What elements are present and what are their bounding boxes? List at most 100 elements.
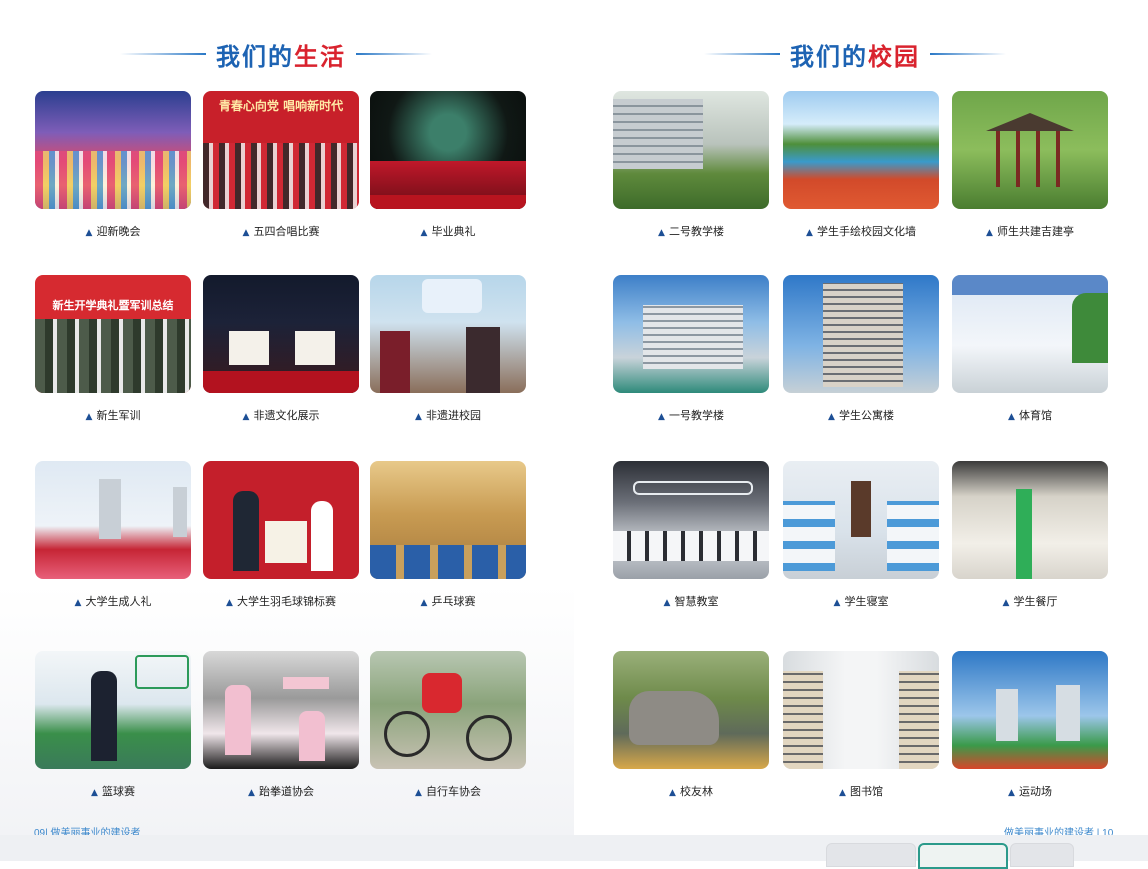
- photo-card[interactable]: ▲ 自行车协会: [370, 651, 526, 798]
- triangle-marker-icon: ▲: [85, 228, 93, 238]
- triangle-marker-icon: ▲: [1002, 598, 1010, 608]
- photo-card[interactable]: ▲ 大学生成人礼: [35, 461, 191, 608]
- viewer-page-button-active[interactable]: [918, 843, 1008, 869]
- triangle-marker-icon: ▲: [663, 598, 671, 608]
- photo-caption: 学生寝室: [844, 595, 889, 608]
- photo-banner-text: 新生开学典礼暨军训总结: [52, 299, 174, 312]
- photo-card[interactable]: ▲ 一号教学楼: [613, 275, 769, 422]
- viewer-page-button[interactable]: [826, 843, 916, 867]
- title-highlight: 校园: [868, 41, 920, 71]
- triangle-marker-icon: ▲: [1008, 412, 1015, 422]
- photo-card[interactable]: ▲ 运动场: [952, 651, 1108, 798]
- triangle-marker-icon: ▲: [1008, 788, 1015, 798]
- triangle-marker-icon: ▲: [74, 598, 82, 608]
- photo-caption: 五四合唱比赛: [253, 225, 320, 238]
- right-section-title: 我们的校园: [704, 34, 1006, 74]
- photo-building-1: [613, 275, 769, 393]
- photo-table-tennis: [370, 461, 526, 579]
- triangle-marker-icon: ▲: [91, 788, 98, 798]
- photo-card[interactable]: ▲ 毕业典礼: [370, 91, 526, 238]
- photo-card[interactable]: ▲ 学生手绘校园文化墙: [783, 91, 939, 238]
- triangle-marker-icon: ▲: [242, 412, 250, 422]
- photo-card[interactable]: ▲ 篮球赛: [35, 651, 191, 798]
- photo-card[interactable]: ▲ 学生公寓楼: [783, 275, 939, 422]
- photo-caption: 运动场: [1018, 785, 1052, 798]
- photo-card[interactable]: ▲ 智慧教室: [613, 461, 769, 608]
- photo-caption: 一号教学楼: [668, 409, 724, 422]
- photo-caption: 校友林: [679, 785, 713, 798]
- photo-card[interactable]: ▲ 二号教学楼: [613, 91, 769, 238]
- triangle-marker-icon: ▲: [806, 228, 813, 238]
- photo-card[interactable]: ▲ 学生寝室: [783, 461, 939, 608]
- photo-caption: 篮球赛: [101, 785, 135, 798]
- triangle-marker-icon: ▲: [658, 228, 665, 238]
- triangle-marker-icon: ▲: [420, 598, 428, 608]
- photo-caption: 体育馆: [1018, 409, 1052, 422]
- right-page: 我们的校园 ▲ 二号教学楼 ▲ 学生手绘校园文化墙 ▲ 师生共建吉建亭 ▲ 一号教学楼 …: [574, 0, 1148, 839]
- photo-caption: 毕业典礼: [431, 225, 476, 238]
- photo-card[interactable]: ▲ 师生共建吉建亭: [952, 91, 1108, 238]
- triangle-marker-icon: ▲: [242, 228, 250, 238]
- triangle-marker-icon: ▲: [415, 788, 422, 798]
- photo-military-training: 新生开学典礼暨军训总结: [35, 275, 191, 393]
- title-rule-left: [704, 53, 780, 55]
- photo-cycling: [370, 651, 526, 769]
- photo-badminton: [203, 461, 359, 579]
- photo-card[interactable]: ▲ 学生餐厅: [952, 461, 1108, 608]
- photo-card[interactable]: ▲ 非遗文化展示: [203, 275, 359, 422]
- photo-caption: 图书馆: [849, 785, 883, 798]
- photo-alumni-grove: [613, 651, 769, 769]
- photo-caption: 迎新晚会: [96, 225, 141, 238]
- photo-caption: 师生共建吉建亭: [996, 225, 1074, 238]
- photo-caption: 大学生羽毛球锦标赛: [236, 595, 336, 608]
- photo-dormitory-building: [783, 275, 939, 393]
- photo-caption: 非遗进校园: [425, 409, 481, 422]
- triangle-marker-icon: ▲: [415, 412, 422, 422]
- photo-building-2: [613, 91, 769, 209]
- photo-coming-of-age: [35, 461, 191, 579]
- photo-caption: 自行车协会: [425, 785, 481, 798]
- triangle-marker-icon: ▲: [828, 412, 835, 422]
- photo-card[interactable]: ▲ 体育馆: [952, 275, 1108, 422]
- photo-caption: 大学生成人礼: [85, 595, 152, 608]
- photo-card[interactable]: ▲ 校友林: [613, 651, 769, 798]
- triangle-marker-icon: ▲: [669, 788, 676, 798]
- photo-card[interactable]: ▲ 大学生羽毛球锦标赛: [203, 461, 359, 608]
- viewer-page-button[interactable]: [1010, 843, 1074, 867]
- photo-card[interactable]: ▲ 图书馆: [783, 651, 939, 798]
- photo-dorm-room: [783, 461, 939, 579]
- photo-mural-wall: [783, 91, 939, 209]
- photo-card[interactable]: 新生开学典礼暨军训总结 ▲ 新生军训: [35, 275, 191, 422]
- photo-card[interactable]: ▲ 迎新晚会: [35, 91, 191, 238]
- photo-caption: 智慧教室: [674, 595, 719, 608]
- photo-caption: 非遗文化展示: [253, 409, 320, 422]
- title-text: 我们的: [216, 41, 294, 71]
- triangle-marker-icon: ▲: [420, 228, 428, 238]
- photo-card[interactable]: 青春心向党 唱响新时代 ▲ 五四合唱比赛: [203, 91, 359, 238]
- photo-banner-text: 青春心向党 唱响新时代: [218, 99, 344, 113]
- photo-library: [783, 651, 939, 769]
- triangle-marker-icon: ▲: [248, 788, 255, 798]
- photo-caption: 新生军训: [96, 409, 141, 422]
- photo-basketball: [35, 651, 191, 769]
- photo-card[interactable]: ▲ 非遗进校园: [370, 275, 526, 422]
- left-page: 我们的生活 ▲ 迎新晚会 青春心向党 唱响新时代 ▲ 五四合唱比赛 ▲ 毕业典礼 新生…: [0, 0, 574, 839]
- photo-graduation: [370, 91, 526, 209]
- triangle-marker-icon: ▲: [839, 788, 846, 798]
- triangle-marker-icon: ▲: [833, 598, 841, 608]
- photo-caption: 乒乓球赛: [431, 595, 476, 608]
- photo-sports-field: [952, 651, 1108, 769]
- title-rule-right: [356, 53, 432, 55]
- left-section-title: 我们的生活: [120, 34, 432, 74]
- photo-taekwondo: [203, 651, 359, 769]
- title-highlight: 生活: [294, 41, 346, 71]
- title-text: 我们的: [790, 41, 868, 71]
- photo-caption: 跆拳道协会: [258, 785, 314, 798]
- photo-card[interactable]: ▲ 乒乓球赛: [370, 461, 526, 608]
- photo-smart-classroom: [613, 461, 769, 579]
- photo-gymnasium: [952, 275, 1108, 393]
- photo-card[interactable]: ▲ 跆拳道协会: [203, 651, 359, 798]
- photo-canteen: [952, 461, 1108, 579]
- photo-caption: 学生公寓楼: [838, 409, 894, 422]
- photo-heritage-campus: [370, 275, 526, 393]
